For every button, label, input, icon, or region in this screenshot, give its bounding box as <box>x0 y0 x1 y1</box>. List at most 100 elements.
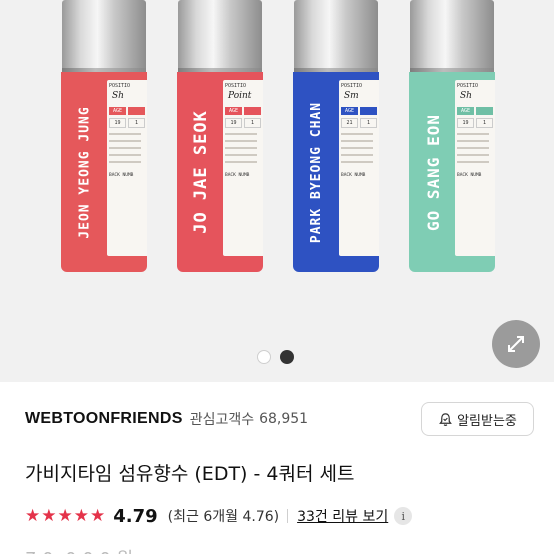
notification-label: 알림받는중 <box>457 413 517 429</box>
rating-stars: ★ ★ ★ ★ ★ <box>25 506 105 526</box>
notification-button[interactable]: 알림받는중 <box>421 402 534 436</box>
text-line <box>109 147 142 149</box>
age-value-2: 1 <box>476 118 493 128</box>
brand-name[interactable]: WEBTOONFRIENDS <box>25 410 183 428</box>
bottle-name: JO JAE SEOK <box>191 110 211 234</box>
age-label: AGE <box>341 107 358 115</box>
age-value-2: 1 <box>244 118 261 128</box>
rating-value: 4.79 <box>113 505 158 527</box>
age-value-row: 19 1 <box>109 118 145 128</box>
age-value: 19 <box>225 118 242 128</box>
star-icon: ★ <box>73 506 89 526</box>
bell-icon <box>439 412 452 426</box>
position-label: POSITIO <box>457 83 479 89</box>
star-icon: ★ <box>57 506 73 526</box>
perfume-bottle: JEON YEONG JUNG POSITIO Sh AGE 19 1 BACK <box>61 0 147 275</box>
back-number-label: BACK NUMB <box>341 173 366 178</box>
text-line <box>109 140 142 142</box>
age-header-blank <box>244 107 261 115</box>
signature: Sm <box>344 91 359 101</box>
bottle-body: JEON YEONG JUNG POSITIO Sh AGE 19 1 BACK <box>61 72 147 272</box>
bottle-name-band: JEON YEONG JUNG <box>65 78 105 266</box>
age-header-blank <box>360 107 377 115</box>
age-value-row: 19 1 <box>457 118 493 128</box>
age-label: AGE <box>457 107 474 115</box>
text-line <box>341 161 374 163</box>
age-header-row: AGE <box>457 107 493 115</box>
perfume-bottle: GO SANG EON POSITIO Sh AGE 19 1 BACK NUM <box>409 0 495 275</box>
age-value: 21 <box>341 118 358 128</box>
age-header-blank <box>128 107 145 115</box>
divider <box>287 509 289 523</box>
expand-image-button[interactable] <box>492 320 540 368</box>
age-value-row: 21 1 <box>341 118 377 128</box>
text-line <box>225 133 258 135</box>
text-line <box>225 147 258 149</box>
age-label: AGE <box>225 107 242 115</box>
profile-card: POSITIO Point AGE 19 1 BACK NUMB <box>223 80 263 256</box>
carousel-indicator <box>257 350 294 364</box>
text-line <box>225 161 258 163</box>
info-icon[interactable]: i <box>394 507 413 525</box>
price-partial: 7 0 ,0 0 0 원 <box>25 545 133 554</box>
age-value: 19 <box>109 118 126 128</box>
age-label: AGE <box>109 107 126 115</box>
profile-card: POSITIO Sh AGE 19 1 BACK NUMB <box>107 80 147 256</box>
profile-card: POSITIO Sm AGE 21 1 BACK NUMB <box>339 80 379 256</box>
star-icon: ★ <box>41 506 57 526</box>
bottle-name-band: PARK BYEONG CHAN <box>297 78 337 266</box>
carousel-dot-1[interactable] <box>257 350 271 364</box>
bottle-body: PARK BYEONG CHAN POSITIO Sm AGE 21 1 BAC <box>293 72 379 272</box>
text-line <box>109 133 142 135</box>
age-value-row: 19 1 <box>225 118 261 128</box>
age-value-2: 1 <box>360 118 377 128</box>
bottle-name-band: GO SANG EON <box>413 78 453 266</box>
perfume-bottle: PARK BYEONG CHAN POSITIO Sm AGE 21 1 BAC <box>293 0 379 275</box>
text-line <box>341 147 374 149</box>
position-label: POSITIO <box>109 83 131 89</box>
bottle-body: GO SANG EON POSITIO Sh AGE 19 1 BACK NUM <box>409 72 495 272</box>
text-line <box>341 154 374 156</box>
followers-count: 68,951 <box>259 411 309 427</box>
bottle-cap <box>410 0 494 72</box>
store-info-row: WEBTOONFRIENDS 관심고객수 68,951 알림받는중 <box>25 402 534 436</box>
bottle-body: JO JAE SEOK POSITIO Point AGE 19 1 BACK <box>177 72 263 272</box>
text-line <box>457 140 490 142</box>
text-line <box>109 154 142 156</box>
perfume-bottle: JO JAE SEOK POSITIO Point AGE 19 1 BACK <box>177 0 263 275</box>
bottle-name-band: JO JAE SEOK <box>181 78 221 266</box>
text-line <box>457 154 490 156</box>
bottle-cap <box>62 0 146 72</box>
profile-card: POSITIO Sh AGE 19 1 BACK NUMB <box>455 80 495 256</box>
bottle-name: GO SANG EON <box>423 113 443 231</box>
text-line <box>457 147 490 149</box>
bottle-cap <box>294 0 378 72</box>
text-line <box>109 161 142 163</box>
product-image-gallery[interactable]: JEON YEONG JUNG POSITIO Sh AGE 19 1 BACK <box>0 0 554 382</box>
text-line <box>341 133 374 135</box>
rating-row: ★ ★ ★ ★ ★ 4.79 (최근 6개월 4.76) 33건 리뷰 보기 i <box>25 504 413 528</box>
followers-label: 관심고객수 <box>189 412 255 428</box>
age-value-2: 1 <box>128 118 145 128</box>
star-icon: ★ <box>25 506 41 526</box>
text-line <box>457 133 490 135</box>
star-icon: ★ <box>90 506 106 526</box>
product-title: 가비지타임 섬유향수 (EDT) - 4쿼터 세트 <box>25 463 355 485</box>
text-line <box>457 161 490 163</box>
bottle-cap <box>178 0 262 72</box>
back-number-label: BACK NUMB <box>109 173 134 178</box>
age-header-blank <box>476 107 493 115</box>
bottle-name: JEON YEONG JUNG <box>77 105 93 239</box>
expand-arrows-icon <box>508 336 524 352</box>
position-label: POSITIO <box>341 83 363 89</box>
signature: Point <box>228 91 252 101</box>
signature: Sh <box>460 91 472 101</box>
back-number-label: BACK NUMB <box>225 173 250 178</box>
bottle-name: PARK BYEONG CHAN <box>309 101 325 243</box>
recent-rating: (최근 6개월 4.76) <box>167 509 280 525</box>
position-label: POSITIO <box>225 83 247 89</box>
text-line <box>225 140 258 142</box>
reviews-link[interactable]: 33건 리뷰 보기 <box>297 506 388 526</box>
carousel-dot-2[interactable] <box>280 350 294 364</box>
signature: Sh <box>112 91 124 101</box>
